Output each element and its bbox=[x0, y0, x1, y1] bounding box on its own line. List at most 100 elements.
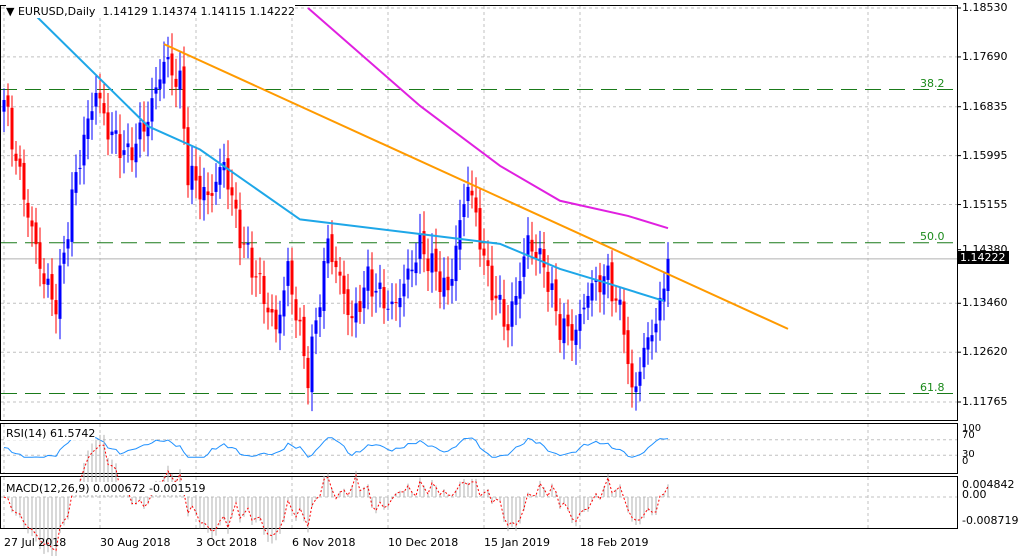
candle-body bbox=[430, 253, 434, 273]
candle-body bbox=[466, 186, 470, 202]
candle-body bbox=[26, 202, 30, 218]
candle-body bbox=[482, 248, 486, 256]
candle-body bbox=[346, 289, 350, 316]
candle-body bbox=[478, 208, 482, 250]
date-tick-label: 15 Jan 2019 bbox=[484, 536, 550, 549]
candle-body bbox=[30, 220, 34, 227]
candle-body bbox=[154, 87, 158, 94]
candle-body bbox=[650, 335, 654, 342]
macd-axis-label: 0.00 bbox=[962, 488, 987, 501]
candle-body bbox=[458, 220, 462, 250]
candle-body bbox=[590, 283, 594, 301]
candle-body bbox=[286, 261, 290, 286]
chart-canvas[interactable] bbox=[0, 0, 1020, 556]
candle-body bbox=[454, 245, 458, 282]
candle-body bbox=[90, 111, 94, 120]
candle-body bbox=[562, 318, 566, 344]
candle-body bbox=[390, 301, 394, 305]
price-axis-label: 1.11765 bbox=[962, 394, 1008, 408]
rsi-axis-label: 0 bbox=[962, 456, 969, 467]
chart-window[interactable]: ▼ EURUSD,Daily 1.14129 1.14374 1.14115 1… bbox=[0, 0, 1020, 556]
candle-body bbox=[270, 309, 274, 313]
candle-body bbox=[38, 242, 42, 269]
candle-body bbox=[262, 275, 266, 305]
candle-body bbox=[194, 166, 198, 181]
candle-body bbox=[322, 260, 326, 311]
candle-body bbox=[558, 314, 562, 340]
candle-body bbox=[638, 371, 642, 386]
candle-body bbox=[358, 301, 362, 312]
candle-body bbox=[250, 247, 254, 278]
candle-body bbox=[374, 290, 378, 293]
candle-body bbox=[410, 269, 414, 272]
chart-header: ▼ EURUSD,Daily 1.14129 1.14374 1.14115 1… bbox=[6, 5, 295, 18]
candle-body bbox=[246, 243, 250, 245]
candle-body bbox=[22, 162, 26, 200]
candle-body bbox=[202, 187, 206, 201]
candle-body bbox=[98, 92, 102, 99]
candle-body bbox=[186, 127, 190, 186]
candle-body bbox=[150, 98, 154, 122]
fib-level-label: 50.0 bbox=[920, 229, 945, 243]
candle-body bbox=[178, 70, 182, 90]
candle-body bbox=[230, 187, 234, 196]
candle-body bbox=[290, 260, 294, 295]
candle-body bbox=[626, 330, 630, 365]
candle-body bbox=[338, 271, 342, 276]
candle-body bbox=[190, 165, 194, 190]
candle-body bbox=[522, 256, 526, 277]
candle-body bbox=[314, 320, 318, 334]
candle-body bbox=[34, 222, 38, 245]
candle-body bbox=[490, 265, 494, 301]
candle-body bbox=[258, 273, 262, 275]
close-value: 1.14222 bbox=[249, 5, 295, 18]
candle-body bbox=[134, 143, 138, 163]
candle-body bbox=[238, 209, 242, 249]
candle-body bbox=[438, 271, 442, 293]
candle-body bbox=[542, 249, 546, 268]
candle-body bbox=[502, 299, 506, 327]
price-axis-label: 1.18530 bbox=[962, 1, 1008, 14]
candle-body bbox=[646, 337, 650, 350]
date-tick-label: 6 Nov 2018 bbox=[292, 536, 356, 549]
candle-body bbox=[618, 299, 622, 305]
candle-body bbox=[42, 273, 46, 285]
candle-body bbox=[54, 300, 58, 315]
date-tick-label: 18 Feb 2019 bbox=[580, 536, 649, 549]
candle-body bbox=[138, 122, 142, 140]
candle-body bbox=[18, 158, 22, 167]
candle-body bbox=[162, 61, 166, 84]
symbol-label: EURUSD,Daily bbox=[17, 5, 96, 18]
candle-body bbox=[234, 199, 238, 209]
candle-body bbox=[354, 303, 358, 323]
date-tick-label: 30 Aug 2018 bbox=[100, 536, 171, 549]
trendline bbox=[163, 43, 789, 330]
candle-body bbox=[198, 175, 202, 200]
candle-body bbox=[214, 181, 218, 192]
candle-body bbox=[46, 278, 50, 285]
fib-level-label: 61.8 bbox=[920, 380, 945, 394]
candle-body bbox=[158, 79, 162, 89]
candle-body bbox=[174, 78, 178, 87]
candle-body bbox=[126, 143, 130, 148]
candle-body bbox=[526, 235, 530, 255]
candle-body bbox=[550, 283, 554, 290]
candle-body bbox=[294, 299, 298, 321]
candle-body bbox=[538, 248, 542, 255]
price-axis-label: 1.15995 bbox=[962, 148, 1008, 162]
candle-body bbox=[50, 274, 54, 300]
low-value: 1.14115 bbox=[200, 5, 246, 18]
candle-body bbox=[546, 271, 550, 292]
candle-body bbox=[122, 150, 126, 155]
candle-body bbox=[486, 260, 490, 266]
macd-axis-label: -0.008719 bbox=[962, 514, 1019, 527]
candle-body bbox=[170, 53, 174, 76]
candle-body bbox=[326, 238, 330, 264]
candle-body bbox=[586, 295, 590, 308]
candle-body bbox=[94, 92, 98, 107]
date-tick-label: 10 Dec 2018 bbox=[388, 536, 459, 549]
candle-body bbox=[166, 57, 170, 60]
candle-body bbox=[506, 324, 510, 331]
candle-body bbox=[350, 316, 354, 319]
candle-body bbox=[450, 278, 454, 286]
